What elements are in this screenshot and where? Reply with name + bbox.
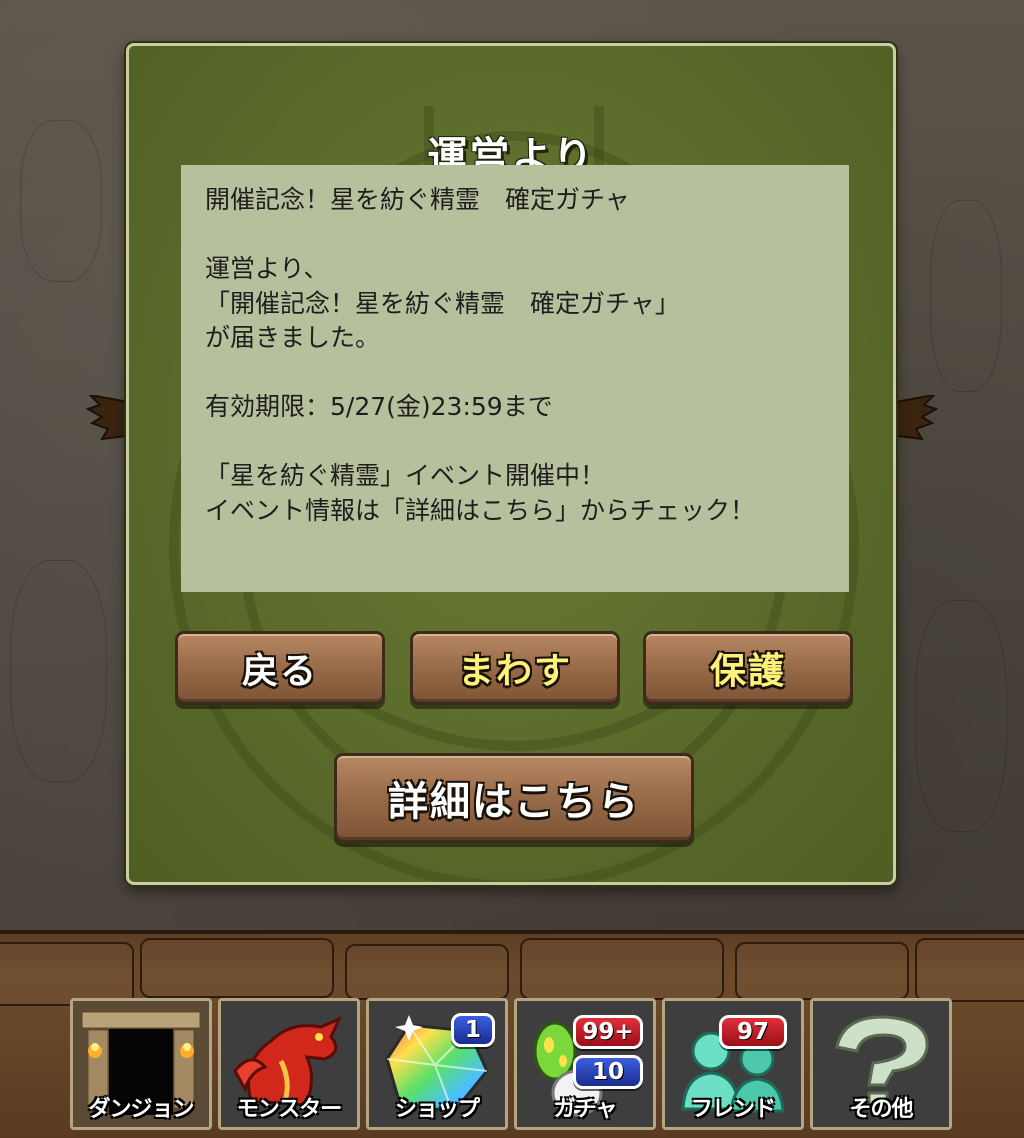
spin-button-label: まわす [457,651,572,692]
details-button[interactable]: 詳細はこちら [334,753,694,843]
bg-stone-crack [930,200,1002,392]
nav-dungeon-label: ダンジョン [88,1097,194,1122]
shop-count-badge: 1 [451,1013,495,1047]
nav-gacha-label: ガチャ [553,1097,618,1122]
nav-friend[interactable]: 97 フレンド [662,998,804,1130]
back-button-label: 戻る [241,651,318,692]
floor-stone [735,942,909,1000]
floor-stone [140,938,334,998]
nav-shop[interactable]: 1 ショップ [366,998,508,1130]
nav-shop-label: ショップ [394,1097,480,1122]
protect-button[interactable]: 保護 [643,631,853,705]
bg-stone-crack [915,600,1007,832]
nav-monster[interactable]: モンスター [218,998,360,1130]
floor-stone [520,938,724,1000]
nav-friend-label: フレンド [690,1097,776,1122]
bg-stone-crack [10,560,107,782]
nav-gacha[interactable]: 99+ 10 ガチャ [514,998,656,1130]
protect-button-label: 保護 [709,651,786,692]
details-button-label: 詳細はこちら [388,779,640,825]
gacha-badge-top: 99+ [573,1015,643,1049]
nav-other[interactable]: その他 [810,998,952,1130]
friend-count-badge: 97 [719,1015,787,1049]
spin-button[interactable]: まわす [410,631,620,705]
floor-stone [345,944,509,1000]
floor-stone [0,942,134,1006]
notice-dialog: 運営より 開催記念！星を紡ぐ精霊 確定ガチャ 運営より、 「開催記念！星を紡ぐ精… [126,43,896,885]
bottom-nav: ダンジョン モンスター 1 ショップ 99+ 10 ガチャ 97 フレンド その… [70,998,954,1132]
message-body: 開催記念！星を紡ぐ精霊 確定ガチャ 運営より、 「開催記念！星を紡ぐ精霊 確定ガ… [181,165,849,592]
bg-stone-crack [20,120,102,282]
nav-other-label: その他 [849,1097,913,1122]
nav-monster-label: モンスター [236,1097,343,1122]
floor-stone [915,938,1024,1002]
back-button[interactable]: 戻る [175,631,385,705]
gacha-badge-bottom: 10 [573,1055,643,1089]
nav-dungeon[interactable]: ダンジョン [70,998,212,1130]
